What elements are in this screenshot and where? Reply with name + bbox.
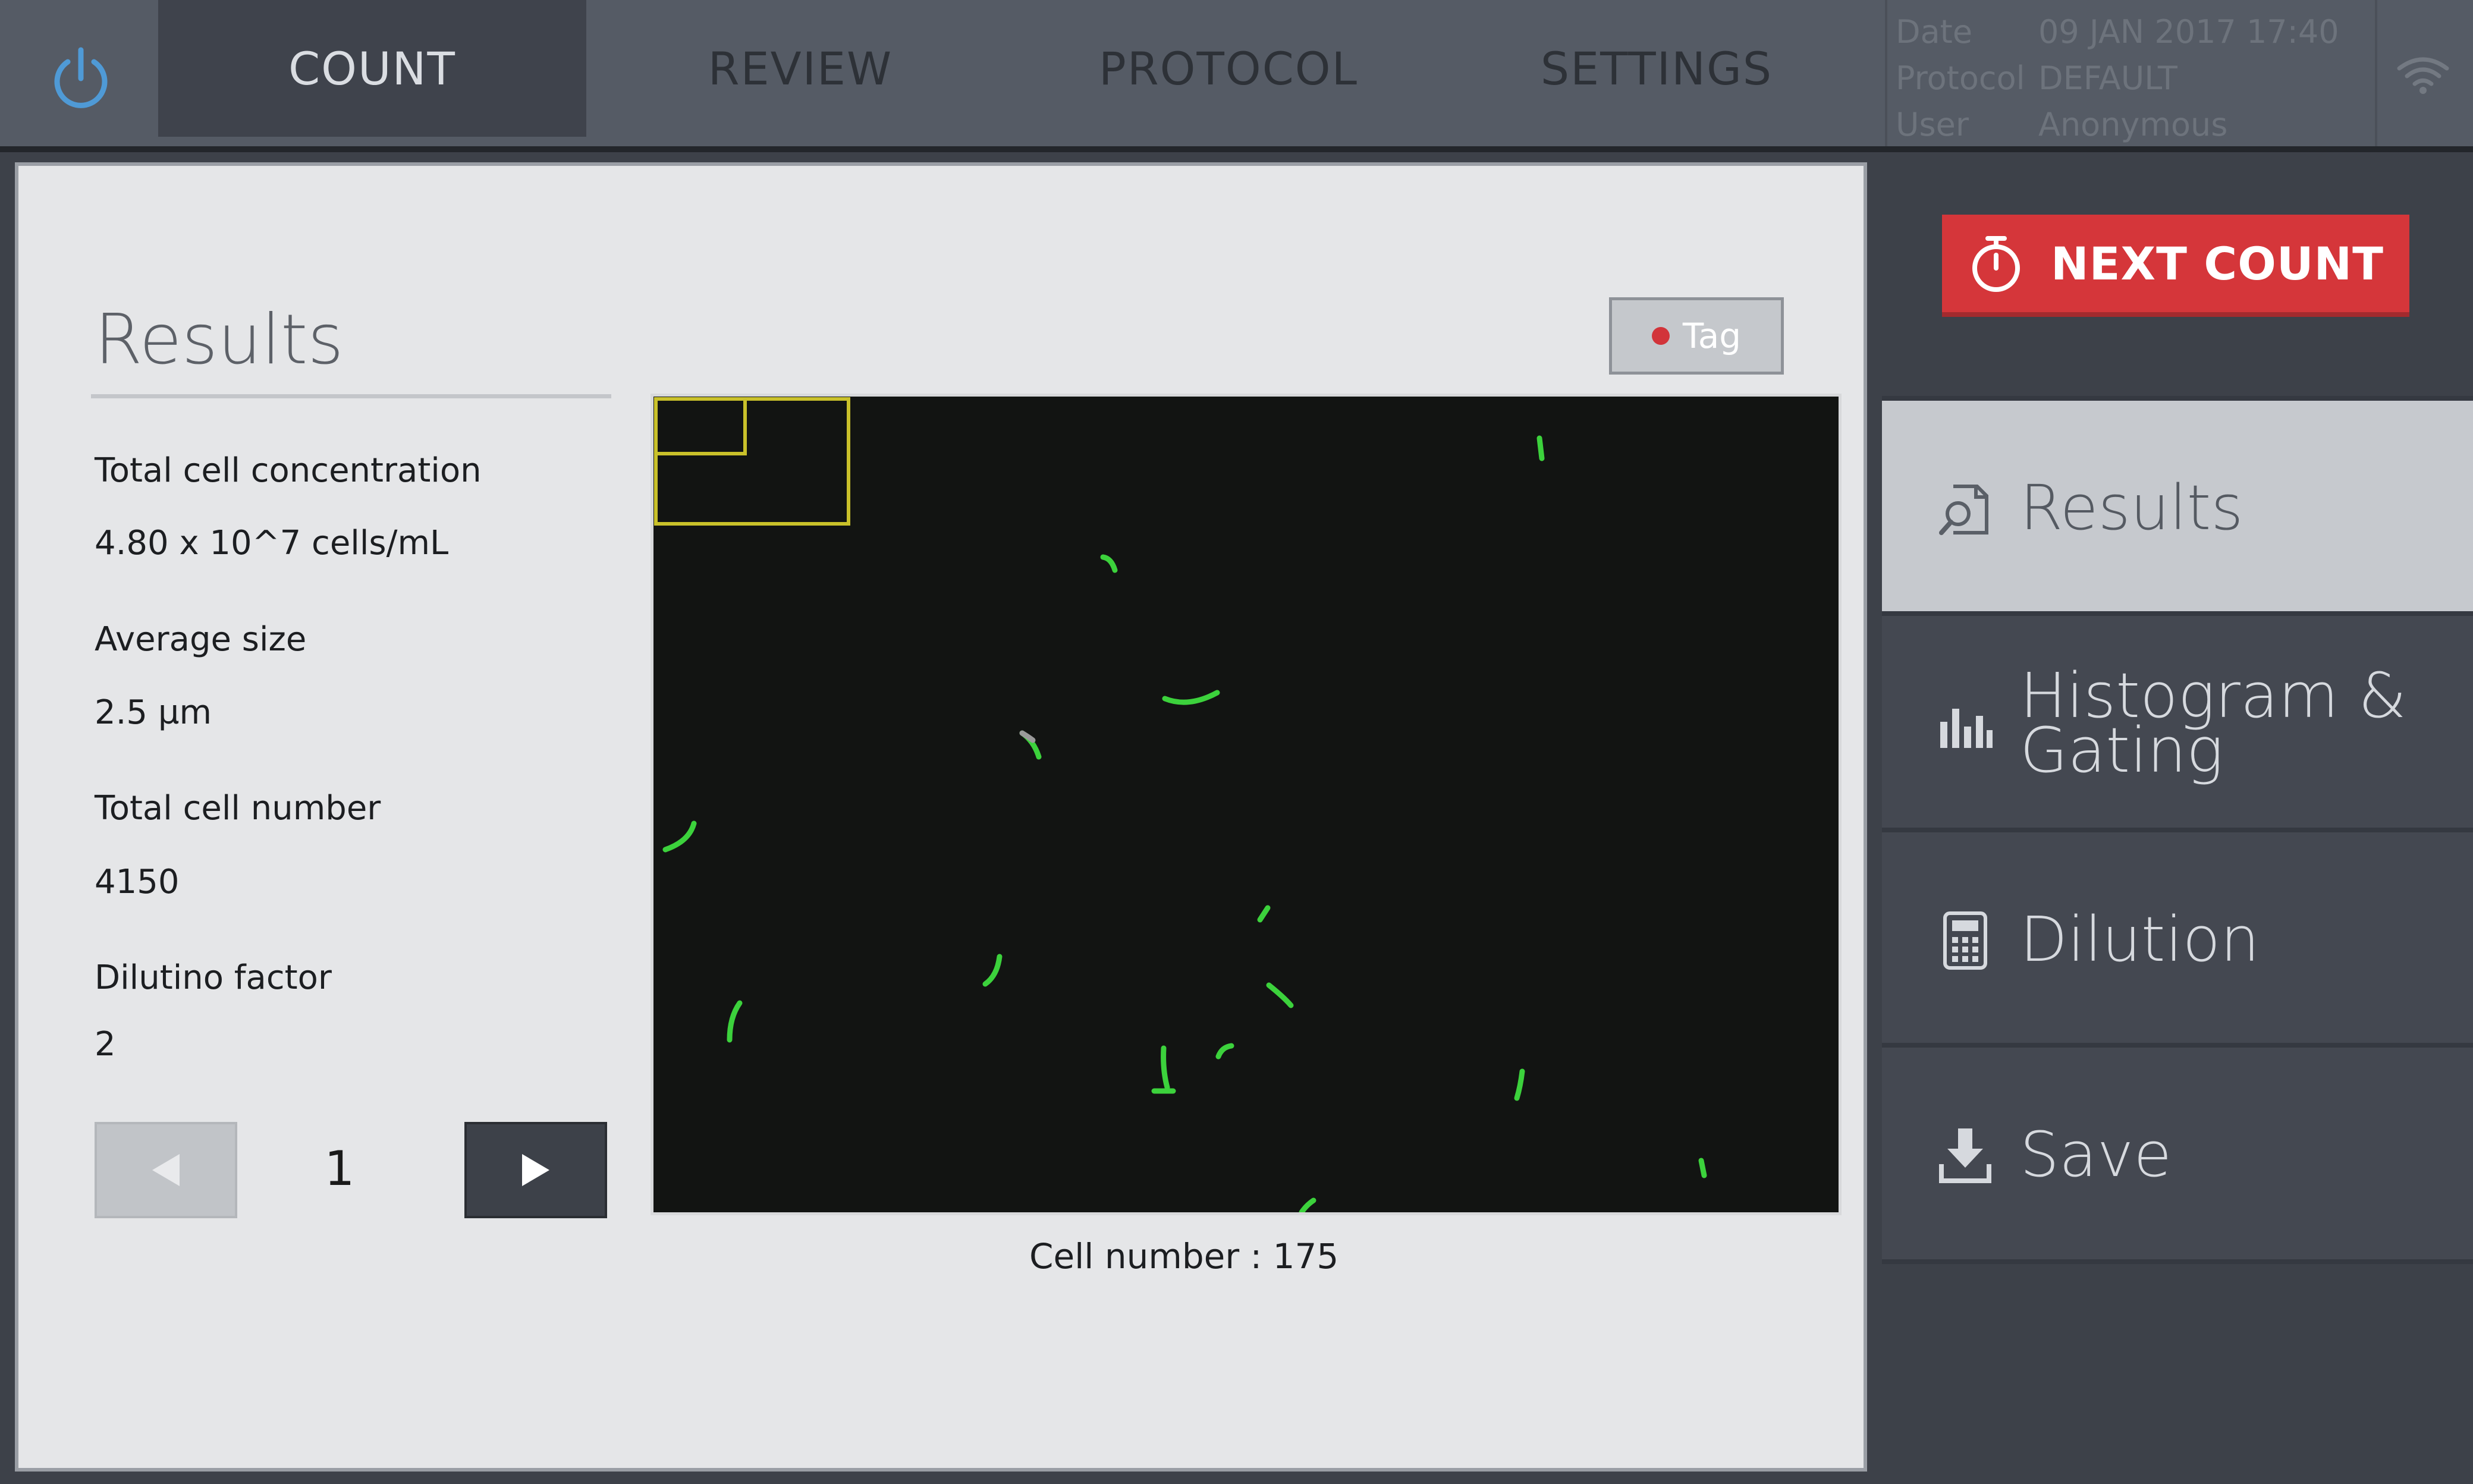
status-protocol: Protocol DEFAULT — [1896, 59, 2371, 101]
topbar-divider — [0, 146, 2473, 152]
triangle-left-icon — [152, 1154, 180, 1186]
next-count-button[interactable]: NEXT COUNT — [1942, 215, 2409, 317]
sidebar-item-dilution-label: Dilution — [2020, 903, 2260, 976]
tab-protocol[interactable]: PROTOCOL — [1014, 0, 1443, 137]
total-cell-number-value: 4150 — [95, 863, 180, 901]
tag-button[interactable]: Tag — [1609, 297, 1784, 375]
power-button[interactable] — [39, 38, 122, 121]
top-bar: COUNT REVIEW PROTOCOL SETTINGS Date 09 J… — [0, 0, 2473, 146]
sidebar-item-save-label: Save — [2020, 1118, 2172, 1191]
power-icon — [54, 47, 108, 108]
average-size-value: 2.5 µm — [95, 693, 212, 732]
next-image-button[interactable] — [464, 1122, 607, 1218]
tab-review[interactable]: REVIEW — [586, 0, 1014, 137]
status-date: Date 09 JAN 2017 17:40 — [1896, 13, 2371, 55]
dilution-factor-value: 2 — [95, 1025, 116, 1064]
date-label: Date — [1896, 13, 1973, 51]
dilution-factor-label: Dilutino factor — [95, 958, 332, 997]
total-cell-number-label: Total cell number — [95, 789, 381, 828]
date-value: 09 JAN 2017 17:40 — [2038, 13, 2339, 51]
user-label: User — [1896, 106, 1969, 143]
sidebar-item-histogram-label: Histogram & Gating — [2020, 665, 2406, 781]
page-title: Results — [95, 300, 344, 380]
concentration-value: 4.80 x 10^7 cells/mL — [95, 524, 449, 562]
tag-label: Tag — [1682, 316, 1742, 356]
calculator-icon — [1935, 911, 1995, 970]
record-dot-icon — [1651, 327, 1670, 345]
sidebar-item-results-label: Results — [2020, 471, 2243, 544]
next-count-label: NEXT COUNT — [2051, 237, 2384, 290]
tab-settings[interactable]: SETTINGS — [1443, 0, 1871, 137]
stopwatch-icon — [1972, 236, 2020, 292]
wifi-icon — [2397, 57, 2449, 94]
cell-image-canvas — [653, 397, 1839, 1215]
results-panel: Results Total cell concentration 4.80 x … — [15, 162, 1867, 1472]
status-user: User Anonymous — [1896, 106, 2371, 147]
sidebar-item-dilution[interactable]: Dilution — [1882, 828, 2473, 1043]
sidebar-item-results[interactable]: Results — [1882, 396, 2473, 611]
concentration-label: Total cell concentration — [95, 451, 482, 490]
search-document-icon — [1935, 480, 1995, 540]
cell-number-readout: Cell number : 175 — [1029, 1236, 1339, 1277]
title-divider — [91, 394, 611, 398]
tab-count[interactable]: COUNT — [158, 0, 586, 137]
sidebar-empty-area — [1882, 1259, 2473, 1484]
triangle-right-icon — [522, 1154, 549, 1186]
protocol-value: DEFAULT — [2038, 59, 2177, 97]
bar-chart-icon — [1935, 693, 1995, 753]
previous-image-button[interactable] — [95, 1122, 237, 1218]
sidebar-item-save[interactable]: Save — [1882, 1043, 2473, 1259]
image-page-number: 1 — [324, 1141, 355, 1196]
protocol-label: Protocol — [1896, 59, 2025, 97]
user-value: Anonymous — [2038, 106, 2228, 143]
status-panel: Date 09 JAN 2017 17:40 Protocol DEFAULT … — [1885, 0, 2377, 146]
download-icon — [1935, 1126, 1995, 1186]
sidebar-item-histogram[interactable]: Histogram & Gating — [1882, 611, 2473, 828]
average-size-label: Average size — [95, 620, 307, 659]
microscope-image[interactable] — [651, 394, 1842, 1215]
